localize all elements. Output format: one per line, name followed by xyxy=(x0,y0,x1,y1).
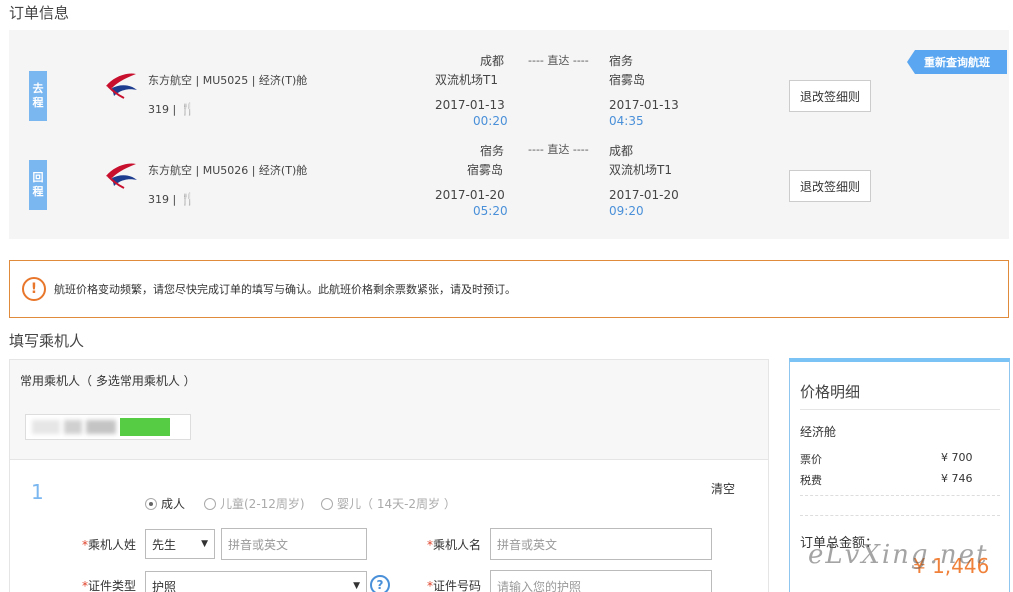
dashed-divider xyxy=(800,495,1000,496)
infant-radio[interactable]: 婴儿（ 14天-2周岁 ） xyxy=(321,495,456,512)
surname-input[interactable]: 拼音或英文 xyxy=(221,528,367,560)
china-eastern-logo xyxy=(106,163,137,189)
id-number-input[interactable]: 请输入您的护照 xyxy=(490,570,712,592)
tax-value: ¥ 746 xyxy=(941,472,973,485)
arrival-date: 2017-01-13 xyxy=(609,98,679,112)
order-info-title: 订单信息 xyxy=(9,4,70,22)
departure-date: 2017-01-20 xyxy=(435,188,505,202)
meal-icon: 🍴 xyxy=(180,102,196,116)
radio-icon xyxy=(204,497,216,510)
departure-city: 宿务 xyxy=(480,144,505,158)
surname-label: *乘机人姓 xyxy=(82,538,137,552)
ticket-price-label: 票价 xyxy=(800,453,822,466)
redacted-name xyxy=(32,420,60,434)
price-detail-title: 价格明细 xyxy=(800,383,861,401)
child-label: 儿童(2-12周岁) xyxy=(220,497,305,511)
change-rules-button[interactable]: 退改签细则 xyxy=(789,80,871,112)
title-select[interactable]: 先生 ▼ xyxy=(145,529,215,559)
warning-icon: ! xyxy=(22,277,46,301)
id-type-select[interactable]: 护照 ▼ xyxy=(145,571,367,592)
outbound-tag-char: 去 xyxy=(32,82,44,95)
outbound-tag: 去 程 xyxy=(29,71,47,121)
aircraft-meta: 319 | 🍴 xyxy=(148,102,195,116)
flight-info-panel xyxy=(9,30,1009,239)
arrival-date: 2017-01-20 xyxy=(609,188,679,202)
given-name-label-text: 乘机人名 xyxy=(433,538,482,552)
redacted-name xyxy=(64,420,82,434)
arrival-time: 04:35 xyxy=(609,114,644,128)
id-type-value: 护照 xyxy=(152,579,177,592)
departure-date: 2017-01-13 xyxy=(435,98,505,112)
id-type-label-text: 证件类型 xyxy=(88,579,137,592)
aircraft-meta: 319 | 🍴 xyxy=(148,192,195,206)
surname-label-text: 乘机人姓 xyxy=(88,538,137,552)
departure-city: 成都 xyxy=(480,54,505,68)
fill-passenger-title: 填写乘机人 xyxy=(9,332,85,350)
arrival-airport: 宿雾岛 xyxy=(609,73,646,87)
departure-time: 05:20 xyxy=(473,204,508,218)
passenger-index: 1 xyxy=(31,480,44,504)
infant-label: 婴儿（ 14天-2周岁 ） xyxy=(337,497,456,511)
frequent-passenger-chip[interactable] xyxy=(25,414,191,440)
dashed-divider xyxy=(800,515,1000,516)
cabin-label: 经济舱 xyxy=(800,425,837,439)
arrival-city: 宿务 xyxy=(609,54,634,68)
arrival-airport: 双流机场T1 xyxy=(609,163,672,177)
change-rules-button[interactable]: 退改签细则 xyxy=(789,170,871,202)
airline-info: 东方航空 | MU5026 | 经济(T)舱 xyxy=(148,164,308,177)
china-eastern-logo xyxy=(106,73,137,99)
return-tag: 回 程 xyxy=(29,160,47,210)
meal-icon: 🍴 xyxy=(180,192,196,206)
id-number-label: *证件号码 xyxy=(427,579,482,592)
given-name-input[interactable]: 拼音或英文 xyxy=(490,528,712,560)
id-type-label: *证件类型 xyxy=(82,579,137,592)
airline-info: 东方航空 | MU5025 | 经济(T)舱 xyxy=(148,74,308,87)
dropdown-arrow-icon: ▼ xyxy=(201,539,208,549)
title-value: 先生 xyxy=(152,537,177,552)
adult-label: 成人 xyxy=(161,497,186,511)
aircraft-type: 319 | xyxy=(148,102,177,116)
direct-flight-label: ---- 直达 ---- xyxy=(528,54,589,67)
departure-time: 00:20 xyxy=(473,114,508,128)
price-change-notice: ! 航班价格变动频繁，请您尽快完成订单的填写与确认。此航班价格剩余票数紧张，请及… xyxy=(9,260,1009,318)
adult-radio[interactable]: 成人 xyxy=(145,495,185,512)
departure-airport: 双流机场T1 xyxy=(435,73,498,87)
outbound-tag-char: 程 xyxy=(32,96,44,109)
help-icon[interactable]: ? xyxy=(370,575,390,592)
frequent-passengers-label: 常用乘机人（ 多选常用乘机人 ） xyxy=(20,374,196,388)
return-tag-char: 程 xyxy=(32,185,44,198)
notice-text: 航班价格变动频繁，请您尽快完成订单的填写与确认。此航班价格剩余票数紧张，请及时预… xyxy=(54,283,516,296)
redacted-highlight xyxy=(120,418,170,436)
watermark: eLvXing.net xyxy=(808,540,989,570)
arrival-city: 成都 xyxy=(609,144,634,158)
radio-icon xyxy=(321,497,333,510)
tax-label: 税费 xyxy=(800,474,822,487)
dropdown-arrow-icon: ▼ xyxy=(353,581,360,591)
aircraft-type: 319 | xyxy=(148,192,177,206)
radio-selected-icon xyxy=(145,497,157,510)
departure-airport: 宿雾岛 xyxy=(467,163,504,177)
id-number-label-text: 证件号码 xyxy=(433,579,482,592)
divider xyxy=(800,409,1000,410)
redacted-name xyxy=(86,420,116,434)
return-tag-char: 回 xyxy=(32,171,44,184)
child-radio[interactable]: 儿童(2-12周岁) xyxy=(204,495,305,512)
given-name-label: *乘机人名 xyxy=(427,538,482,552)
direct-flight-label: ---- 直达 ---- xyxy=(528,143,589,156)
clear-button[interactable]: 清空 xyxy=(711,480,735,497)
requery-flight-button[interactable]: 重新查询航班 xyxy=(907,50,1007,74)
arrival-time: 09:20 xyxy=(609,204,644,218)
ticket-price-value: ¥ 700 xyxy=(941,451,973,464)
